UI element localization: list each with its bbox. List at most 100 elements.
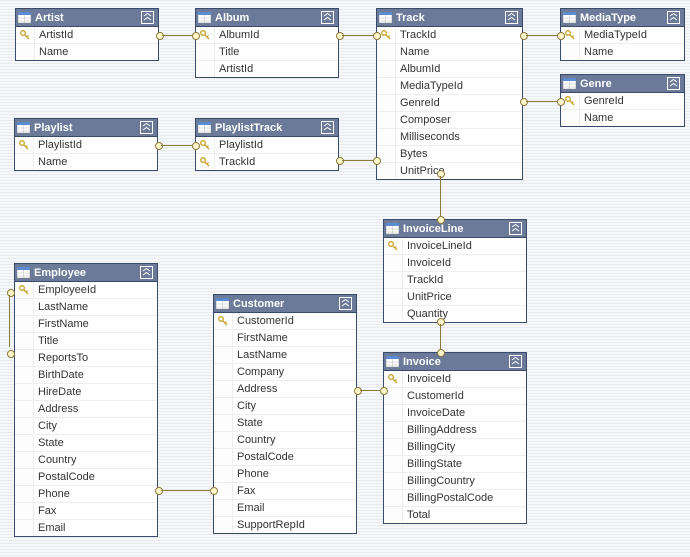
field-row[interactable]: BillingAddress	[384, 422, 526, 439]
field-row[interactable]: ReportsTo	[15, 350, 157, 367]
relationship-endpoint-icon	[156, 32, 164, 40]
field-row[interactable]: CustomerId	[384, 388, 526, 405]
collapse-icon[interactable]	[667, 11, 680, 24]
field-row[interactable]: ArtistId	[196, 61, 338, 77]
field-row[interactable]: FirstName	[15, 316, 157, 333]
entity-header-artist[interactable]: Artist	[16, 9, 158, 27]
collapse-icon[interactable]	[505, 11, 518, 24]
field-row[interactable]: BillingPostalCode	[384, 490, 526, 507]
field-icon-empty	[214, 500, 233, 516]
field-row[interactable]: SupportRepId	[214, 517, 356, 533]
entity-header-employee[interactable]: Employee	[15, 264, 157, 282]
entity-invoice[interactable]: InvoiceInvoiceIdCustomerIdInvoiceDateBil…	[383, 352, 527, 524]
field-row[interactable]: State	[214, 415, 356, 432]
field-row[interactable]: AlbumId	[196, 27, 338, 44]
field-row[interactable]: Phone	[214, 466, 356, 483]
field-row[interactable]: InvoiceDate	[384, 405, 526, 422]
entity-header-mediatype[interactable]: MediaType	[561, 9, 684, 27]
field-row[interactable]: GenreId	[561, 93, 684, 110]
field-row[interactable]: FirstName	[214, 330, 356, 347]
entity-album[interactable]: AlbumAlbumIdTitleArtistId	[195, 8, 339, 78]
field-row[interactable]: Address	[214, 381, 356, 398]
field-row[interactable]: PlaylistId	[196, 137, 338, 154]
field-row[interactable]: CustomerId	[214, 313, 356, 330]
field-row[interactable]: Company	[214, 364, 356, 381]
field-row[interactable]: InvoiceId	[384, 255, 526, 272]
field-row[interactable]: PlaylistId	[15, 137, 157, 154]
field-row[interactable]: Title	[15, 333, 157, 350]
field-row[interactable]: GenreId	[377, 95, 522, 112]
field-row[interactable]: Email	[15, 520, 157, 536]
field-row[interactable]: BillingCountry	[384, 473, 526, 490]
collapse-icon[interactable]	[321, 11, 334, 24]
entity-playlist[interactable]: PlaylistPlaylistIdName	[14, 118, 158, 171]
entity-genre[interactable]: GenreGenreIdName	[560, 74, 685, 127]
entity-header-invoiceline[interactable]: InvoiceLine	[384, 220, 526, 238]
primary-key-icon	[15, 282, 34, 298]
entity-artist[interactable]: ArtistArtistIdName	[15, 8, 159, 61]
field-row[interactable]: Phone	[15, 486, 157, 503]
field-row[interactable]: EmployeeId	[15, 282, 157, 299]
field-row[interactable]: HireDate	[15, 384, 157, 401]
field-row[interactable]: Milliseconds	[377, 129, 522, 146]
field-row[interactable]: LastName	[214, 347, 356, 364]
entity-header-customer[interactable]: Customer	[214, 295, 356, 313]
collapse-icon[interactable]	[339, 297, 352, 310]
collapse-icon[interactable]	[667, 77, 680, 90]
field-row[interactable]: BirthDate	[15, 367, 157, 384]
entity-invoiceline[interactable]: InvoiceLineInvoiceLineIdInvoiceIdTrackId…	[383, 219, 527, 323]
entity-header-track[interactable]: Track	[377, 9, 522, 27]
entity-customer[interactable]: CustomerCustomerIdFirstNameLastNameCompa…	[213, 294, 357, 534]
field-row[interactable]: ArtistId	[16, 27, 158, 44]
field-row[interactable]: MediaTypeId	[377, 78, 522, 95]
field-row[interactable]: Name	[561, 110, 684, 126]
field-row[interactable]: Country	[15, 452, 157, 469]
field-row[interactable]: BillingState	[384, 456, 526, 473]
field-row[interactable]: City	[15, 418, 157, 435]
field-row[interactable]: Total	[384, 507, 526, 523]
field-row[interactable]: State	[15, 435, 157, 452]
field-row[interactable]: TrackId	[196, 154, 338, 170]
field-row[interactable]: TrackId	[377, 27, 522, 44]
field-row[interactable]: UnitPrice	[384, 289, 526, 306]
field-row[interactable]: Name	[16, 44, 158, 60]
field-row[interactable]: Bytes	[377, 146, 522, 163]
field-row[interactable]: Quantity	[384, 306, 526, 322]
field-row[interactable]: Name	[561, 44, 684, 60]
field-row[interactable]: LastName	[15, 299, 157, 316]
entity-track[interactable]: TrackTrackIdNameAlbumIdMediaTypeIdGenreI…	[376, 8, 523, 180]
field-row[interactable]: PostalCode	[15, 469, 157, 486]
field-row[interactable]: MediaTypeId	[561, 27, 684, 44]
collapse-icon[interactable]	[321, 121, 334, 134]
entity-header-playlisttrack[interactable]: PlaylistTrack	[196, 119, 338, 137]
collapse-icon[interactable]	[140, 266, 153, 279]
field-row[interactable]: City	[214, 398, 356, 415]
entity-mediatype[interactable]: MediaTypeMediaTypeIdName	[560, 8, 685, 61]
field-row[interactable]: Address	[15, 401, 157, 418]
field-row[interactable]: AlbumId	[377, 61, 522, 78]
field-row[interactable]: Email	[214, 500, 356, 517]
entity-header-album[interactable]: Album	[196, 9, 338, 27]
entity-header-playlist[interactable]: Playlist	[15, 119, 157, 137]
field-row[interactable]: BillingCity	[384, 439, 526, 456]
field-row[interactable]: Composer	[377, 112, 522, 129]
field-row[interactable]: InvoiceLineId	[384, 238, 526, 255]
collapse-icon[interactable]	[141, 11, 154, 24]
field-row[interactable]: Fax	[214, 483, 356, 500]
field-row[interactable]: PostalCode	[214, 449, 356, 466]
field-row[interactable]: Country	[214, 432, 356, 449]
entity-employee[interactable]: EmployeeEmployeeIdLastNameFirstNameTitle…	[14, 263, 158, 537]
field-row[interactable]: Name	[15, 154, 157, 170]
entity-playlisttrack[interactable]: PlaylistTrackPlaylistIdTrackId	[195, 118, 339, 171]
entity-header-invoice[interactable]: Invoice	[384, 353, 526, 371]
field-row[interactable]: TrackId	[384, 272, 526, 289]
field-row[interactable]: Title	[196, 44, 338, 61]
collapse-icon[interactable]	[509, 355, 522, 368]
field-row[interactable]: Name	[377, 44, 522, 61]
field-row[interactable]: InvoiceId	[384, 371, 526, 388]
collapse-icon[interactable]	[140, 121, 153, 134]
field-row[interactable]: UnitPrice	[377, 163, 522, 179]
field-row[interactable]: Fax	[15, 503, 157, 520]
collapse-icon[interactable]	[509, 222, 522, 235]
entity-header-genre[interactable]: Genre	[561, 75, 684, 93]
